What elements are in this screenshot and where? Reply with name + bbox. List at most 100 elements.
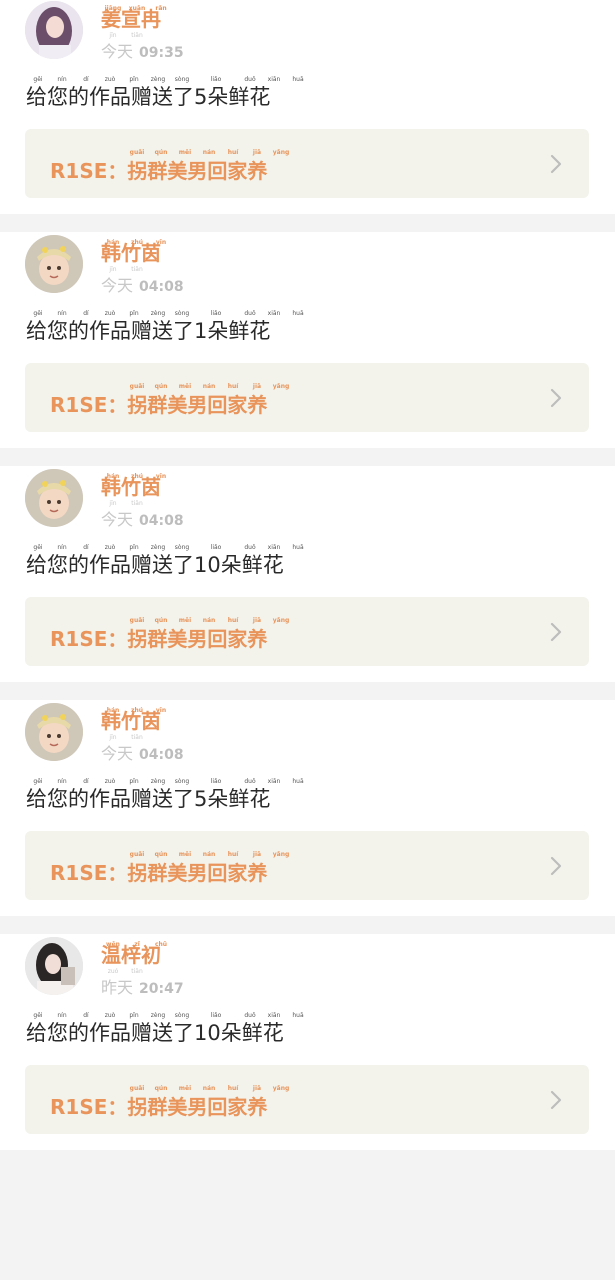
work-link[interactable]: guǎi qún měi nán huí jiā yǎng R1SE：拐群美男回家养 (25, 831, 589, 900)
day-pinyin: jīn tiān (101, 32, 149, 39)
time-label: 20:47 (139, 981, 184, 997)
pinyin-syllable: liǎo (210, 544, 222, 551)
chevron-right-icon (550, 154, 562, 174)
chevron-right-icon (550, 856, 562, 876)
pinyin-syllable: sòng (174, 544, 190, 551)
pinyin-syllable: zèng (150, 544, 166, 551)
avatar[interactable] (25, 1, 83, 59)
timestamp: jīn tiān 今天 04:08 (101, 734, 184, 764)
user-name[interactable]: hán zhú yīn 韩竹茵 (101, 700, 166, 732)
pinyin-syllable: nín (57, 76, 67, 83)
pinyin-syllable: jīn (109, 266, 117, 273)
pinyin-syllable: hán (106, 239, 120, 246)
pinyin-syllable: liǎo (210, 1012, 222, 1019)
pinyin-syllable: xiān (267, 310, 281, 317)
pinyin-syllable: dí (83, 76, 89, 83)
work-pinyin: guǎi qún měi nán huí jiā yǎng (125, 851, 293, 858)
pinyin-syllable: dí (83, 310, 89, 317)
time-label: 04:08 (139, 513, 184, 529)
pinyin-syllable: qún (154, 383, 168, 390)
user-name[interactable]: hán zhú yīn 韩竹茵 (101, 466, 166, 498)
pinyin-syllable: jiāng (104, 5, 122, 12)
pinyin-syllable: jīn (109, 734, 117, 741)
pinyin-syllable: sòng (174, 310, 190, 317)
pinyin-syllable: huā (292, 1012, 304, 1019)
user-name[interactable]: jiāng xuān rǎn 姜宣冉 (101, 0, 167, 30)
pinyin-syllable: liǎo (210, 778, 222, 785)
pinyin-syllable: duǒ (244, 76, 256, 83)
pinyin-syllable: jīn (109, 500, 117, 507)
user-info: wēn zǐ chū 温梓初 zuó tiān 昨天 20:47 (101, 934, 184, 998)
pinyin-syllable: nín (57, 310, 67, 317)
pinyin-syllable: huí (227, 1085, 239, 1092)
gift-text: 给您的作品赠送了5朵鲜花 (26, 787, 271, 811)
pinyin-syllable: huí (227, 383, 239, 390)
pinyin-syllable: huā (292, 544, 304, 551)
user-name-pinyin: wēn zǐ chū (101, 934, 173, 956)
pinyin-syllable: tiān (131, 32, 143, 39)
pinyin-syllable: pǐn (129, 778, 139, 785)
gift-pinyin: gěi nín dí zuò pǐn zèng sòng liǎo duǒ xiān huā (26, 1012, 310, 1020)
pinyin-syllable: měi (178, 617, 192, 624)
pinyin-syllable: huā (292, 76, 304, 83)
pinyin-syllable: zuó (107, 968, 119, 975)
user-name-pinyin: hán zhú yīn (101, 700, 173, 722)
pinyin-syllable: huā (292, 778, 304, 785)
user-name[interactable]: wēn zǐ chū 温梓初 (101, 934, 167, 966)
pinyin-syllable: zèng (150, 76, 166, 83)
gift-pinyin: gěi nín dí zuò pǐn zèng sòng liǎo duǒ xiān huā (26, 76, 310, 84)
work-link[interactable]: guǎi qún měi nán huí jiā yǎng R1SE：拐群美男回家养 (25, 363, 589, 432)
work-link[interactable]: guǎi qún měi nán huí jiā yǎng R1SE：拐群美男回家养 (25, 597, 589, 666)
pinyin-syllable: sòng (174, 1012, 190, 1019)
chevron-right-icon (550, 622, 562, 642)
pinyin-syllable: sòng (174, 76, 190, 83)
pinyin-syllable: duǒ (244, 310, 256, 317)
gift-message: gěi nín dí zuò pǐn zèng sòng liǎo duǒ xiān huā 给您的… (26, 76, 310, 110)
gift-card: hán zhú yīn 韩竹茵 jīn tiān 今天 04:08 gěi nín dí zu… (0, 700, 615, 916)
pinyin-syllable: hán (106, 473, 120, 480)
timestamp: jīn tiān 今天 04:08 (101, 266, 184, 296)
avatar[interactable] (25, 937, 83, 995)
pinyin-syllable: xiān (267, 1012, 281, 1019)
user-info: hán zhú yīn 韩竹茵 jīn tiān 今天 04:08 (101, 466, 184, 530)
pinyin-syllable: hán (106, 707, 120, 714)
pinyin-syllable: zèng (150, 778, 166, 785)
pinyin-syllable: duǒ (244, 778, 256, 785)
work-title-text: R1SE：拐群美男回家养 (50, 393, 268, 417)
pinyin-syllable: zèng (150, 310, 166, 317)
pinyin-syllable: tiān (131, 734, 143, 741)
pinyin-syllable: jiā (252, 851, 262, 858)
avatar[interactable] (25, 469, 83, 527)
avatar[interactable] (25, 703, 83, 761)
pinyin-syllable: zǐ (134, 941, 140, 948)
pinyin-syllable: wēn (106, 941, 120, 948)
day-label: 今天 (101, 276, 134, 295)
gift-message: gěi nín dí zuò pǐn zèng sòng liǎo duǒ xiān huā 给您的… (26, 778, 310, 812)
pinyin-syllable: guǎi (129, 617, 145, 624)
gift-text: 给您的作品赠送了10朵鲜花 (26, 553, 284, 577)
pinyin-syllable: xiān (267, 76, 281, 83)
avatar[interactable] (25, 235, 83, 293)
pinyin-syllable: duǒ (244, 544, 256, 551)
pinyin-syllable: pǐn (129, 310, 139, 317)
day-pinyin: jīn tiān (101, 734, 149, 741)
work-link[interactable]: guǎi qún měi nán huí jiā yǎng R1SE：拐群美男回家养 (25, 1065, 589, 1134)
pinyin-syllable: zuò (104, 1012, 116, 1019)
time-label: 04:08 (139, 279, 184, 295)
pinyin-syllable: huí (227, 149, 239, 156)
pinyin-syllable: nín (57, 1012, 67, 1019)
day-label: 今天 (101, 510, 134, 529)
gift-message: gěi nín dí zuò pǐn zèng sòng liǎo duǒ xiān huā 给您的… (26, 544, 310, 578)
pinyin-syllable: yǎng (272, 1085, 290, 1092)
pinyin-syllable: qún (154, 1085, 168, 1092)
work-link[interactable]: guǎi qún měi nán huí jiā yǎng R1SE：拐群美男回家养 (25, 129, 589, 198)
timestamp: jīn tiān 今天 09:35 (101, 32, 184, 62)
pinyin-syllable: yīn (155, 473, 167, 480)
gift-text: 给您的作品赠送了1朵鲜花 (26, 319, 271, 343)
work-title: guǎi qún měi nán huí jiā yǎng R1SE：拐群美男回家养 (50, 1085, 289, 1120)
pinyin-syllable: jiā (252, 383, 262, 390)
chevron-right-icon (550, 388, 562, 408)
user-name[interactable]: hán zhú yīn 韩竹茵 (101, 232, 166, 264)
timestamp: zuó tiān 昨天 20:47 (101, 968, 184, 998)
pinyin-syllable: pǐn (129, 76, 139, 83)
